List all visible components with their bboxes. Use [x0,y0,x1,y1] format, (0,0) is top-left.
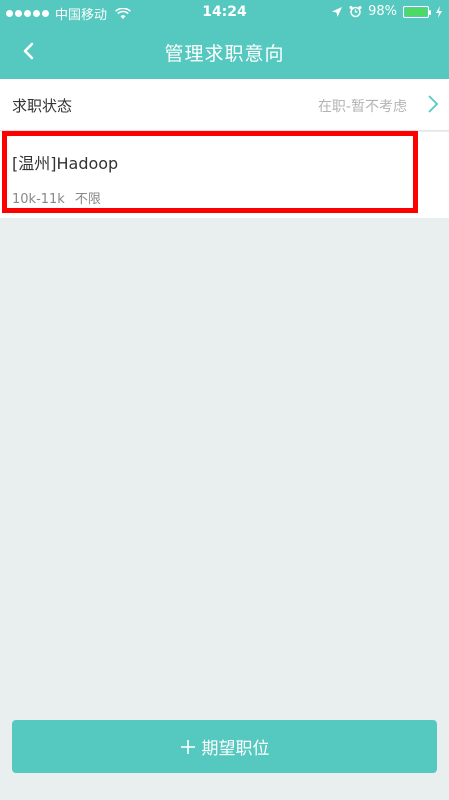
job-status-label: 求职状态 [12,97,73,115]
page-title: 管理求职意向 [164,43,285,65]
job-intent-title: [温州]Hadoop [12,154,119,173]
nav-bar: 管理求职意向 [0,26,449,79]
battery-icon [403,5,431,18]
alarm-icon [349,6,362,18]
job-intent-extra: 不限 [74,192,101,207]
add-intent-label: 期望职位 [201,739,270,759]
charging-icon [436,5,442,18]
battery-percent: 98% [368,4,397,19]
job-status-row[interactable]: 求职状态 在职-暂不考虑 [0,79,449,131]
add-intent-button[interactable]: 期望职位 [12,720,437,773]
chevron-right-icon [428,95,439,113]
location-arrow-icon [332,6,343,17]
plus-icon [180,739,195,754]
status-bar: 中国移动 14:24 98% [0,0,449,26]
job-intent-details: 10k-11k 不限 [12,188,101,207]
status-bar-right: 98% [331,4,443,19]
header: 中国移动 14:24 98% 管理求职意向 [0,0,449,79]
job-status-value: 在职-暂不考虑 [317,99,407,115]
job-intent-salary: 10k-11k [12,192,65,207]
